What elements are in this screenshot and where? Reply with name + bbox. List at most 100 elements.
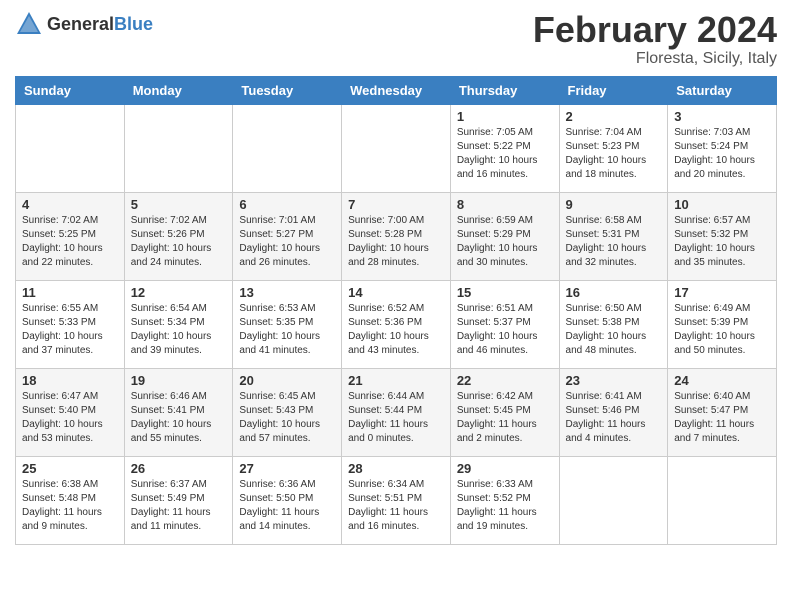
calendar-cell [559,456,668,544]
week-row-2: 4 Sunrise: 7:02 AM Sunset: 5:25 PM Daylig… [16,192,777,280]
day-info: Sunrise: 6:54 AM Sunset: 5:34 PM Dayligh… [131,302,227,358]
day-number: 29 [457,461,553,476]
logo-blue: Blue [114,14,153,34]
day-number: 9 [566,197,662,212]
day-info: Sunrise: 6:41 AM Sunset: 5:46 PM Dayligh… [566,390,662,446]
calendar-cell: 18Sunrise: 6:47 AM Sunset: 5:40 PM Dayli… [16,368,125,456]
calendar-cell: 2 Sunrise: 7:04 AM Sunset: 5:23 PM Daylig… [559,104,668,192]
day-info: Sunrise: 6:46 AM Sunset: 5:41 PM Dayligh… [131,390,227,446]
day-number: 14 [348,285,444,300]
day-number: 12 [131,285,227,300]
day-number: 15 [457,285,553,300]
calendar-cell: 22 Sunrise: 6:42 AM Sunset: 5:45 PM Dayli… [450,368,559,456]
calendar-cell: 28Sunrise: 6:34 AM Sunset: 5:51 PM Dayli… [342,456,451,544]
calendar-cell: 17 Sunrise: 6:49 AM Sunset: 5:39 PM Dayli… [668,280,777,368]
calendar-cell: 19 Sunrise: 6:46 AM Sunset: 5:41 PM Dayli… [124,368,233,456]
week-row-1: 1 Sunrise: 7:05 AM Sunset: 5:22 PM Daylig… [16,104,777,192]
calendar-cell: 8 Sunrise: 6:59 AM Sunset: 5:29 PM Daylig… [450,192,559,280]
day-info: Sunrise: 6:53 AM Sunset: 5:35 PM Dayligh… [239,302,335,358]
day-info: Sunrise: 6:38 AM Sunset: 5:48 PM Dayligh… [22,478,118,534]
day-info: Sunrise: 6:49 AM Sunset: 5:39 PM Dayligh… [674,302,770,358]
day-info: Sunrise: 6:50 AM Sunset: 5:38 PM Dayligh… [566,302,662,358]
day-number: 3 [674,109,770,124]
day-info: Sunrise: 6:36 AM Sunset: 5:50 PM Dayligh… [239,478,335,534]
calendar-cell: 23 Sunrise: 6:41 AM Sunset: 5:46 PM Dayli… [559,368,668,456]
day-info: Sunrise: 7:04 AM Sunset: 5:23 PM Dayligh… [566,126,662,182]
calendar-cell [16,104,125,192]
weekday-header-saturday: Saturday [668,76,777,104]
day-info: Sunrise: 6:37 AM Sunset: 5:49 PM Dayligh… [131,478,227,534]
day-info: Sunrise: 6:44 AM Sunset: 5:44 PM Dayligh… [348,390,444,446]
calendar-cell: 29 Sunrise: 6:33 AM Sunset: 5:52 PM Dayli… [450,456,559,544]
day-info: Sunrise: 6:45 AM Sunset: 5:43 PM Dayligh… [239,390,335,446]
calendar-cell: 21 Sunrise: 6:44 AM Sunset: 5:44 PM Dayli… [342,368,451,456]
calendar-cell: 6 Sunrise: 7:01 AM Sunset: 5:27 PM Daylig… [233,192,342,280]
day-number: 1 [457,109,553,124]
calendar-cell: 5Sunrise: 7:02 AM Sunset: 5:26 PM Daylig… [124,192,233,280]
day-number: 10 [674,197,770,212]
day-number: 19 [131,373,227,388]
calendar-cell [342,104,451,192]
logo: GeneralBlue [15,10,153,38]
day-info: Sunrise: 6:33 AM Sunset: 5:52 PM Dayligh… [457,478,553,534]
day-number: 16 [566,285,662,300]
day-info: Sunrise: 6:55 AM Sunset: 5:33 PM Dayligh… [22,302,118,358]
calendar-cell: 20 Sunrise: 6:45 AM Sunset: 5:43 PM Dayli… [233,368,342,456]
calendar-cell: 14 Sunrise: 6:52 AM Sunset: 5:36 PM Dayli… [342,280,451,368]
day-number: 5 [131,197,227,212]
day-number: 4 [22,197,118,212]
day-number: 7 [348,197,444,212]
calendar-cell: 10Sunrise: 6:57 AM Sunset: 5:32 PM Dayli… [668,192,777,280]
weekday-header-thursday: Thursday [450,76,559,104]
calendar-cell: 11Sunrise: 6:55 AM Sunset: 5:33 PM Dayli… [16,280,125,368]
day-info: Sunrise: 6:42 AM Sunset: 5:45 PM Dayligh… [457,390,553,446]
location-subtitle: Floresta, Sicily, Italy [533,50,777,68]
calendar-cell: 24 Sunrise: 6:40 AM Sunset: 5:47 PM Dayli… [668,368,777,456]
day-number: 24 [674,373,770,388]
calendar-cell: 15 Sunrise: 6:51 AM Sunset: 5:37 PM Dayli… [450,280,559,368]
day-number: 13 [239,285,335,300]
weekday-header-sunday: Sunday [16,76,125,104]
calendar-cell: 7 Sunrise: 7:00 AM Sunset: 5:28 PM Daylig… [342,192,451,280]
day-info: Sunrise: 6:51 AM Sunset: 5:37 PM Dayligh… [457,302,553,358]
calendar-cell: 1 Sunrise: 7:05 AM Sunset: 5:22 PM Daylig… [450,104,559,192]
day-info: Sunrise: 6:52 AM Sunset: 5:36 PM Dayligh… [348,302,444,358]
day-number: 21 [348,373,444,388]
day-info: Sunrise: 7:02 AM Sunset: 5:25 PM Dayligh… [22,214,118,270]
week-row-5: 25Sunrise: 6:38 AM Sunset: 5:48 PM Dayli… [16,456,777,544]
calendar-table: SundayMondayTuesdayWednesdayThursdayFrid… [15,76,777,545]
day-info: Sunrise: 6:34 AM Sunset: 5:51 PM Dayligh… [348,478,444,534]
calendar-cell: 3 Sunrise: 7:03 AM Sunset: 5:24 PM Daylig… [668,104,777,192]
day-number: 17 [674,285,770,300]
day-info: Sunrise: 6:58 AM Sunset: 5:31 PM Dayligh… [566,214,662,270]
calendar-cell: 13 Sunrise: 6:53 AM Sunset: 5:35 PM Dayli… [233,280,342,368]
logo-general: General [47,14,114,34]
day-info: Sunrise: 7:05 AM Sunset: 5:22 PM Dayligh… [457,126,553,182]
day-info: Sunrise: 7:00 AM Sunset: 5:28 PM Dayligh… [348,214,444,270]
day-info: Sunrise: 7:01 AM Sunset: 5:27 PM Dayligh… [239,214,335,270]
weekday-header-monday: Monday [124,76,233,104]
calendar-cell [668,456,777,544]
title-block: February 2024 Floresta, Sicily, Italy [533,10,777,68]
weekday-header-row: SundayMondayTuesdayWednesdayThursdayFrid… [16,76,777,104]
day-info: Sunrise: 7:03 AM Sunset: 5:24 PM Dayligh… [674,126,770,182]
day-number: 22 [457,373,553,388]
page-header: GeneralBlue February 2024 Floresta, Sici… [15,10,777,68]
day-number: 20 [239,373,335,388]
calendar-cell: 25Sunrise: 6:38 AM Sunset: 5:48 PM Dayli… [16,456,125,544]
weekday-header-friday: Friday [559,76,668,104]
day-number: 8 [457,197,553,212]
day-number: 6 [239,197,335,212]
day-info: Sunrise: 6:40 AM Sunset: 5:47 PM Dayligh… [674,390,770,446]
day-number: 23 [566,373,662,388]
logo-icon [15,10,43,38]
calendar-cell [233,104,342,192]
calendar-cell: 12 Sunrise: 6:54 AM Sunset: 5:34 PM Dayli… [124,280,233,368]
calendar-cell: 4 Sunrise: 7:02 AM Sunset: 5:25 PM Daylig… [16,192,125,280]
day-info: Sunrise: 6:59 AM Sunset: 5:29 PM Dayligh… [457,214,553,270]
day-number: 26 [131,461,227,476]
month-year-title: February 2024 [533,10,777,50]
day-number: 2 [566,109,662,124]
day-number: 18 [22,373,118,388]
calendar-cell: 26 Sunrise: 6:37 AM Sunset: 5:49 PM Dayli… [124,456,233,544]
